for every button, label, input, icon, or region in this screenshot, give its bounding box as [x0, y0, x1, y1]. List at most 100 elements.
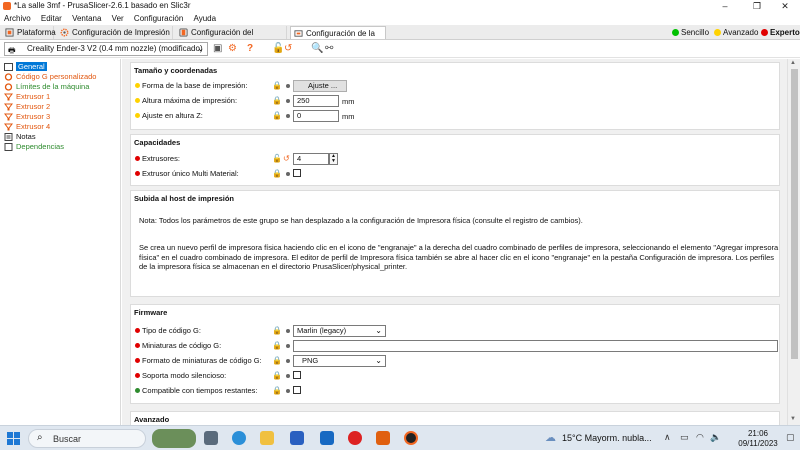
plater-icon [5, 28, 14, 37]
bullet-icon[interactable] [286, 374, 290, 378]
file-explorer-icon[interactable] [260, 431, 274, 445]
wifi-icon[interactable]: ◠ [696, 432, 704, 443]
unlock-icon[interactable]: 🔓 [272, 154, 282, 164]
bullet-icon[interactable] [286, 329, 290, 333]
max-height-input[interactable]: 250 [293, 95, 339, 107]
lock-icon[interactable]: 🔒 [272, 111, 282, 121]
bullet-icon[interactable] [286, 389, 290, 393]
section-title: Tamaño y coordenadas [134, 66, 218, 75]
menu-configuracion[interactable]: Configuración [134, 13, 183, 25]
mail-icon[interactable] [320, 431, 334, 445]
extruders-input[interactable]: 4 [293, 153, 329, 165]
lock-icon[interactable]: 🔒 [272, 371, 282, 381]
search-highlight-image[interactable] [152, 429, 196, 448]
save-icon[interactable]: ▣ [213, 43, 222, 54]
lock-icon[interactable]: 🔒 [272, 386, 282, 396]
tab-print-settings[interactable]: Configuración de Impresión [57, 26, 173, 39]
lock-icon[interactable]: 🔒 [272, 341, 282, 351]
menu-ventana[interactable]: Ventana [72, 13, 101, 25]
network-icon[interactable]: ▭ [680, 432, 689, 443]
minimize-button[interactable]: – [710, 0, 740, 13]
lock-icon[interactable]: 🔓 [272, 43, 284, 54]
mode-expert[interactable]: Experto [759, 26, 800, 39]
restore-button[interactable]: ❐ [742, 0, 772, 13]
menu-ayuda[interactable]: Ayuda [194, 13, 217, 25]
sidebar-item-dependencies[interactable]: Dependencias [4, 142, 64, 152]
bed-shape-button[interactable]: Ajuste ... [293, 80, 347, 92]
tab-printer-settings[interactable]: Configuración de la Impresora [290, 26, 386, 51]
chevron-up-icon[interactable]: ∧ [664, 432, 671, 443]
bullet-icon[interactable] [286, 114, 290, 118]
printer-preset-select[interactable]: 🖶 Creality Ender-3 V2 (0.4 mm nozzle) (m… [4, 42, 208, 56]
lock-icon[interactable]: 🔒 [272, 81, 282, 91]
menu-editar[interactable]: Editar [41, 13, 62, 25]
silent-mode-checkbox[interactable] [293, 371, 301, 379]
bullet-icon[interactable] [286, 99, 290, 103]
close-button[interactable]: ✕ [770, 0, 800, 13]
row-max-height: Altura máxima de impresión: 🔒 250 mm [131, 95, 779, 107]
lock-icon[interactable]: 🔒 [272, 169, 282, 179]
thumbnails-input[interactable] [293, 340, 778, 352]
remaining-times-checkbox[interactable] [293, 386, 301, 394]
clock-time[interactable]: 21:06 [738, 429, 778, 438]
chevron-down-icon: ⌄ [197, 44, 204, 53]
undo-icon[interactable]: ↺ [283, 154, 290, 164]
sidebar-item-general[interactable]: General [4, 62, 47, 72]
undo-icon[interactable]: ↺ [284, 43, 292, 54]
scrollbar-thumb[interactable] [791, 69, 798, 359]
extruders-spinner[interactable]: ▲ ▼ [329, 153, 338, 165]
mode-simple[interactable]: Sencillo [670, 26, 709, 39]
lock-icon[interactable]: 🔒 [272, 356, 282, 366]
notification-icon[interactable]: ▢ [786, 432, 795, 443]
opera-browser-icon[interactable] [348, 431, 362, 445]
windows-start-icon[interactable] [7, 432, 20, 445]
scroll-down-icon[interactable]: ▼ [790, 416, 796, 422]
bullet-icon[interactable] [286, 84, 290, 88]
sidebar-item-custom-gcode[interactable]: Código G personalizado [4, 72, 96, 82]
bullet-icon[interactable] [286, 172, 290, 176]
single-mm-checkbox[interactable] [293, 169, 301, 177]
vertical-scrollbar[interactable]: ▲ ▼ [787, 59, 800, 425]
section-title: Subida al host de impresión [134, 194, 235, 203]
sidebar-item-notes[interactable]: Notas [4, 132, 36, 142]
scroll-up-icon[interactable]: ▲ [790, 60, 796, 66]
thumb-format-select[interactable]: PNG ⌄ [293, 355, 386, 367]
prusaslicer-taskbar-icon[interactable] [404, 431, 418, 445]
weather-text[interactable]: 15°C Mayorm. nubla... [562, 433, 652, 443]
tab-plataforma[interactable]: Plataforma [2, 26, 56, 39]
sidebar-item-machine-limits[interactable]: Límites de la máquina [4, 82, 89, 92]
menu-ver[interactable]: Ver [112, 13, 124, 25]
search-icon[interactable]: 🔍 [311, 43, 323, 54]
row-gcode-flavor: Tipo de código G: 🔒 Marlin (legacy) ⌄ [131, 325, 779, 337]
tab-filament-settings[interactable]: Configuración del filamento [176, 26, 287, 50]
button-label: Ajuste ... [308, 81, 338, 90]
taskbar-search[interactable]: ⌕ Buscar [28, 429, 146, 448]
bullet-icon[interactable] [286, 359, 290, 363]
bullet-icon[interactable] [286, 344, 290, 348]
sidebar-item-extruder-1[interactable]: Extrusor 1 [4, 92, 50, 102]
windows-taskbar: ⌕ Buscar ☁ 15°C Mayorm. nubla... ∧ ▭ ◠ 🔈… [0, 425, 800, 450]
sidebar-item-extruder-3[interactable]: Extrusor 3 [4, 112, 50, 122]
z-offset-input[interactable]: 0 [293, 110, 339, 122]
app-icon[interactable] [376, 431, 390, 445]
sidebar-item-extruder-2[interactable]: Extrusor 2 [4, 102, 50, 112]
section-advanced: Avanzado [130, 411, 780, 425]
edge-browser-icon[interactable] [232, 431, 246, 445]
sidebar-item-extruder-4[interactable]: Extrusor 4 [4, 122, 50, 132]
help-icon[interactable]: ? [247, 43, 253, 54]
volume-icon[interactable]: 🔈 [710, 432, 721, 443]
store-icon[interactable] [290, 431, 304, 445]
task-view-icon[interactable] [204, 431, 218, 445]
menu-archivo[interactable]: Archivo [4, 13, 31, 25]
extruders-label: Extrusores: [142, 154, 180, 163]
clock-date[interactable]: 09/11/2023 [732, 439, 784, 448]
unit-label: mm [342, 97, 355, 106]
gcode-flavor-select[interactable]: Marlin (legacy) ⌄ [293, 325, 386, 337]
lock-icon[interactable]: 🔒 [272, 326, 282, 336]
mode-dot-icon [761, 29, 768, 36]
mode-advanced[interactable]: Avanzado [712, 26, 758, 39]
compare-icon[interactable]: ⚯ [325, 43, 333, 54]
lock-icon[interactable]: 🔒 [272, 96, 282, 106]
delete-icon[interactable]: ⚙ [228, 43, 237, 54]
gear-icon [60, 28, 69, 37]
